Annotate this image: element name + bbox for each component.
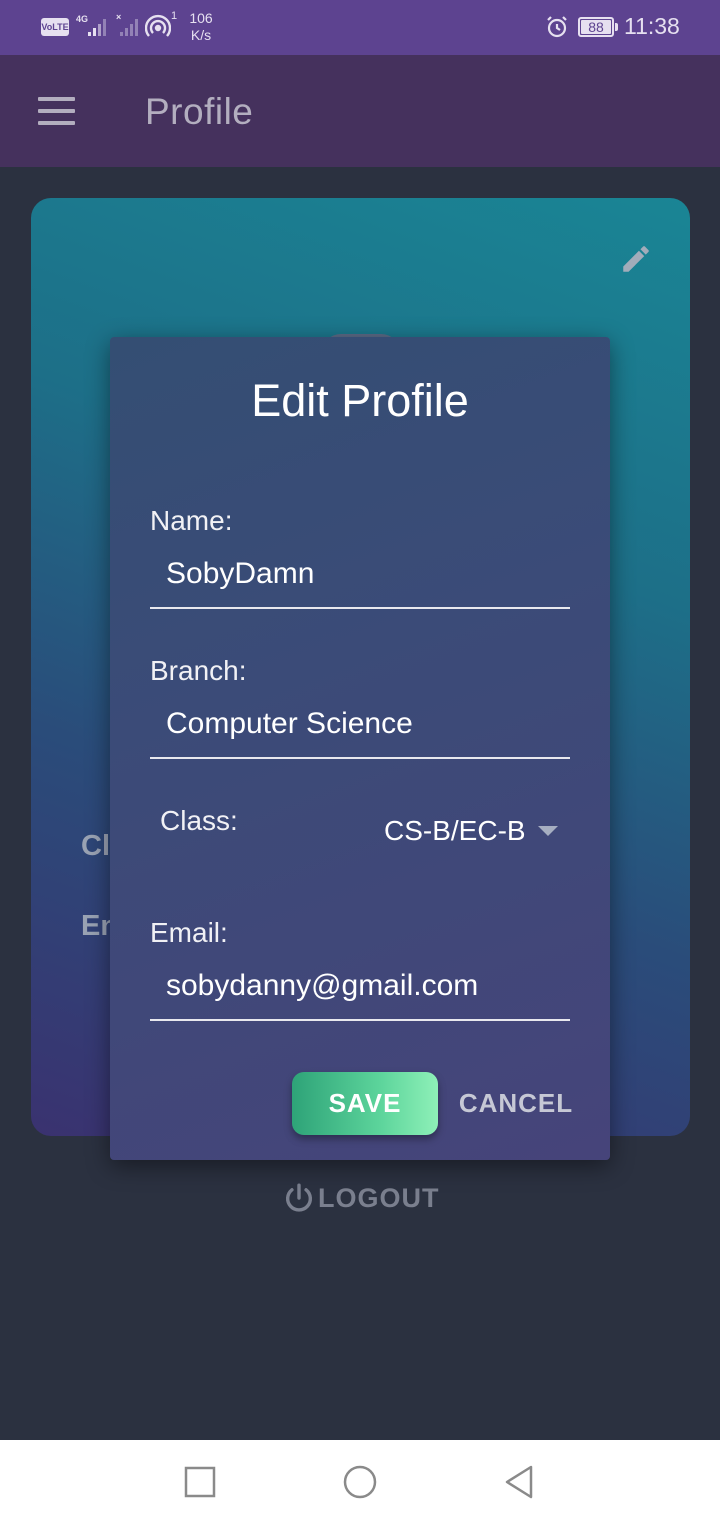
cancel-button[interactable]: CANCEL bbox=[456, 1072, 576, 1135]
logout-button[interactable]: LOGOUT bbox=[282, 1178, 440, 1218]
dropdown-arrow-icon bbox=[537, 826, 558, 836]
class-label: Cl bbox=[81, 830, 110, 862]
status-bar: VoLTE 4G × 1 106 K/s 88 11:38 bbox=[0, 0, 720, 55]
volte-icon: VoLTE bbox=[41, 18, 69, 36]
battery-level: 88 bbox=[588, 19, 604, 35]
power-icon bbox=[286, 1183, 312, 1212]
class-dropdown[interactable]: CS-B/EC-B bbox=[384, 811, 558, 851]
app-bar: Profile bbox=[0, 55, 720, 167]
hotspot-count: 1 bbox=[171, 10, 178, 22]
clock: 11:38 bbox=[624, 13, 680, 39]
edit-profile-dialog: Edit Profile Name: Branch: Class: CS-B/E… bbox=[110, 337, 610, 1160]
navigation-bar bbox=[0, 1440, 720, 1520]
speed-unit: K/s bbox=[190, 27, 212, 43]
hotspot-icon bbox=[144, 14, 172, 45]
nav-recents-icon[interactable] bbox=[180, 1462, 220, 1502]
signal-icon bbox=[78, 14, 106, 38]
name-input[interactable] bbox=[150, 553, 570, 609]
network-speed: 106 K/s bbox=[186, 10, 216, 44]
edit-pencil-icon[interactable] bbox=[619, 242, 653, 276]
speed-value: 106 bbox=[189, 10, 213, 26]
menu-icon[interactable] bbox=[28, 91, 84, 131]
alarm-icon bbox=[545, 15, 569, 44]
email-input[interactable] bbox=[150, 965, 570, 1021]
class-dropdown-value: CS-B/EC-B bbox=[384, 815, 526, 846]
email-label: Email: bbox=[150, 917, 228, 948]
branch-input[interactable] bbox=[150, 703, 570, 759]
nav-back-icon[interactable] bbox=[500, 1462, 540, 1502]
logout-label: LOGOUT bbox=[318, 1182, 440, 1213]
save-button[interactable]: SAVE bbox=[292, 1072, 438, 1135]
signal-icon-sim2 bbox=[114, 14, 140, 38]
dialog-title: Edit Profile bbox=[251, 375, 469, 426]
branch-label: Branch: bbox=[150, 655, 247, 686]
page-title: Profile bbox=[145, 91, 254, 132]
battery-icon: 88 bbox=[578, 17, 614, 37]
name-label: Name: bbox=[150, 505, 233, 536]
nav-home-icon[interactable] bbox=[340, 1462, 380, 1502]
class-label: Class: bbox=[160, 805, 238, 836]
battery-tip bbox=[615, 23, 618, 31]
